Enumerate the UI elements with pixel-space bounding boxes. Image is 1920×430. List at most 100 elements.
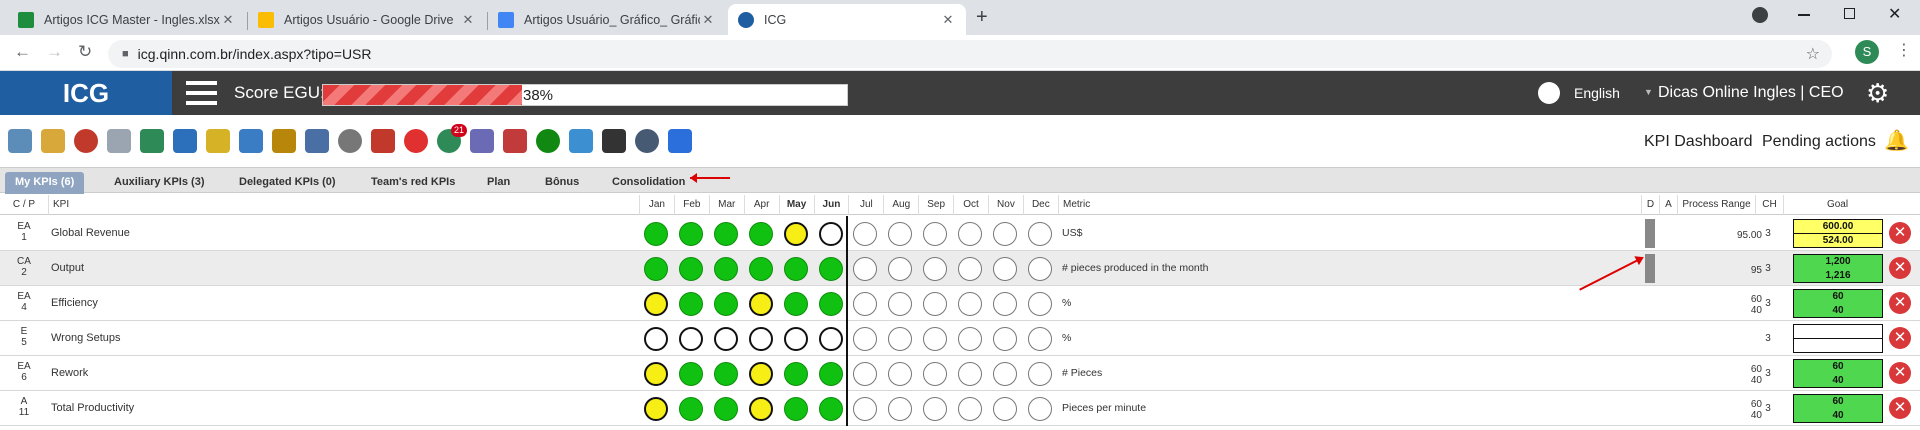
tab-search-icon[interactable]: [1752, 7, 1768, 23]
month-status-dot[interactable]: [644, 257, 668, 281]
month-status-dot[interactable]: [713, 327, 738, 351]
month-status-dot[interactable]: [713, 257, 738, 281]
check-badge-icon[interactable]: 21: [437, 124, 467, 153]
month-status-dot[interactable]: [888, 222, 913, 246]
month-status-dot[interactable]: [818, 222, 843, 246]
tab-delegated-kpis[interactable]: Delegated KPIs (0): [229, 172, 346, 194]
chart-icon[interactable]: [173, 129, 197, 153]
bell-icon[interactable]: 🔔: [1884, 128, 1909, 153]
table-row[interactable]: EA 4 Efficiency% 60 40 3 60 40 ✕: [0, 286, 1920, 321]
month-status-dot[interactable]: [748, 292, 773, 316]
month-status-dot[interactable]: [644, 397, 668, 421]
restore-icon[interactable]: [1844, 8, 1855, 19]
goal-box[interactable]: 60 40: [1793, 359, 1883, 388]
month-status-dot[interactable]: [678, 362, 703, 386]
goal-box[interactable]: 600.00 524.00: [1793, 219, 1883, 248]
tab-teams-red-kpis[interactable]: Team's red KPIs: [361, 172, 465, 194]
month-status-dot[interactable]: [818, 362, 843, 386]
list-icon[interactable]: [140, 129, 164, 153]
month-status-dot[interactable]: [958, 327, 983, 351]
header-cp[interactable]: C / P: [0, 195, 48, 215]
url-field[interactable]: ■ icg.qinn.com.br/index.aspx?tipo=USR ☆: [108, 40, 1832, 68]
month-status-dot[interactable]: [783, 327, 808, 351]
month-status-dot[interactable]: [713, 362, 738, 386]
team-icon[interactable]: [239, 129, 263, 153]
month-status-dot[interactable]: [888, 327, 913, 351]
close-icon[interactable]: ✕: [940, 12, 956, 28]
month-status-dot[interactable]: [713, 222, 738, 246]
kpi-name[interactable]: Total Productivity: [51, 402, 134, 414]
month-status-dot[interactable]: [1027, 327, 1052, 351]
month-status-dot[interactable]: [713, 397, 738, 421]
crosshair-icon[interactable]: [404, 129, 428, 153]
month-status-dot[interactable]: [818, 327, 843, 351]
presentation-icon[interactable]: [569, 129, 593, 153]
goal-box[interactable]: 60 40: [1793, 289, 1883, 318]
month-status-dot[interactable]: [748, 257, 773, 281]
month-status-dot[interactable]: [678, 327, 703, 351]
icg-logo[interactable]: ICG: [0, 71, 172, 115]
month-status-dot[interactable]: [853, 397, 878, 421]
kpi-name[interactable]: Wrong Setups: [51, 332, 121, 344]
month-status-dot[interactable]: [1027, 222, 1052, 246]
month-status-dot[interactable]: [923, 257, 948, 281]
kpi-name[interactable]: Rework: [51, 367, 88, 379]
gear-icon[interactable]: ⚙: [1866, 78, 1889, 108]
back-icon[interactable]: ←: [14, 42, 31, 62]
month-status-dot[interactable]: [993, 222, 1017, 246]
month-status-dot[interactable]: [678, 222, 703, 246]
month-status-dot[interactable]: [713, 292, 738, 316]
close-icon[interactable]: ✕: [220, 12, 236, 28]
delete-icon[interactable]: ✕: [1889, 327, 1911, 349]
month-status-dot[interactable]: [818, 257, 843, 281]
browser-tab-3[interactable]: Artigos Usuário_ Gráfico_ Gráfico ✕: [488, 4, 726, 35]
profile-avatar[interactable]: S: [1855, 40, 1879, 64]
month-status-dot[interactable]: [748, 362, 773, 386]
month-status-dot[interactable]: [853, 257, 878, 281]
toggle-icon[interactable]: [536, 129, 560, 153]
attach-icon[interactable]: [206, 129, 230, 153]
month-status-dot[interactable]: [748, 222, 773, 246]
help-icon[interactable]: [635, 129, 659, 153]
docs-icon[interactable]: [470, 129, 494, 153]
month-status-dot[interactable]: [923, 327, 948, 351]
month-status-dot[interactable]: [888, 362, 913, 386]
month-status-dot[interactable]: [1027, 292, 1052, 316]
month-status-dot[interactable]: [958, 397, 983, 421]
calendar-icon[interactable]: [305, 129, 329, 153]
minimize-icon[interactable]: [1798, 14, 1810, 16]
tab-auxiliary-kpis[interactable]: Auxiliary KPIs (3): [104, 172, 214, 194]
month-status-dot[interactable]: [993, 327, 1017, 351]
month-status-dot[interactable]: [853, 222, 878, 246]
delete-icon[interactable]: ✕: [1889, 292, 1911, 314]
org-chart-icon[interactable]: [371, 129, 395, 153]
month-status-dot[interactable]: [993, 362, 1017, 386]
bookmark-star-icon[interactable]: ☆: [1806, 44, 1820, 64]
month-status-dot[interactable]: [783, 362, 808, 386]
note-icon[interactable]: [41, 129, 65, 153]
direction-bar[interactable]: [1645, 254, 1655, 283]
month-status-dot[interactable]: [888, 292, 913, 316]
month-status-dot[interactable]: [993, 292, 1017, 316]
month-status-dot[interactable]: [748, 397, 773, 421]
month-status-dot[interactable]: [853, 362, 878, 386]
kpi-name[interactable]: Output: [51, 262, 84, 274]
month-status-dot[interactable]: [818, 397, 843, 421]
table-row[interactable]: EA 1 Global Revenue US$ 95.00 3 600.00 524.00 ✕: [0, 216, 1920, 251]
language-select[interactable]: English: [1574, 85, 1620, 101]
month-status-dot[interactable]: [853, 292, 878, 316]
goal-box[interactable]: 1,200 1,216: [1793, 254, 1883, 283]
month-status-dot[interactable]: [923, 397, 948, 421]
month-status-dot[interactable]: [818, 292, 843, 316]
month-status-dot[interactable]: [993, 397, 1017, 421]
month-status-dot[interactable]: [644, 327, 668, 351]
month-status-dot[interactable]: [678, 257, 703, 281]
month-status-dot[interactable]: [644, 292, 668, 316]
goal-box[interactable]: 60 40: [1793, 394, 1883, 423]
delete-icon[interactable]: ✕: [1889, 397, 1911, 419]
month-status-dot[interactable]: [958, 257, 983, 281]
month-status-dot[interactable]: [678, 397, 703, 421]
kpi-name[interactable]: Global Revenue: [51, 227, 130, 239]
month-status-dot[interactable]: [958, 222, 983, 246]
tab-bonus[interactable]: Bônus: [535, 172, 589, 194]
